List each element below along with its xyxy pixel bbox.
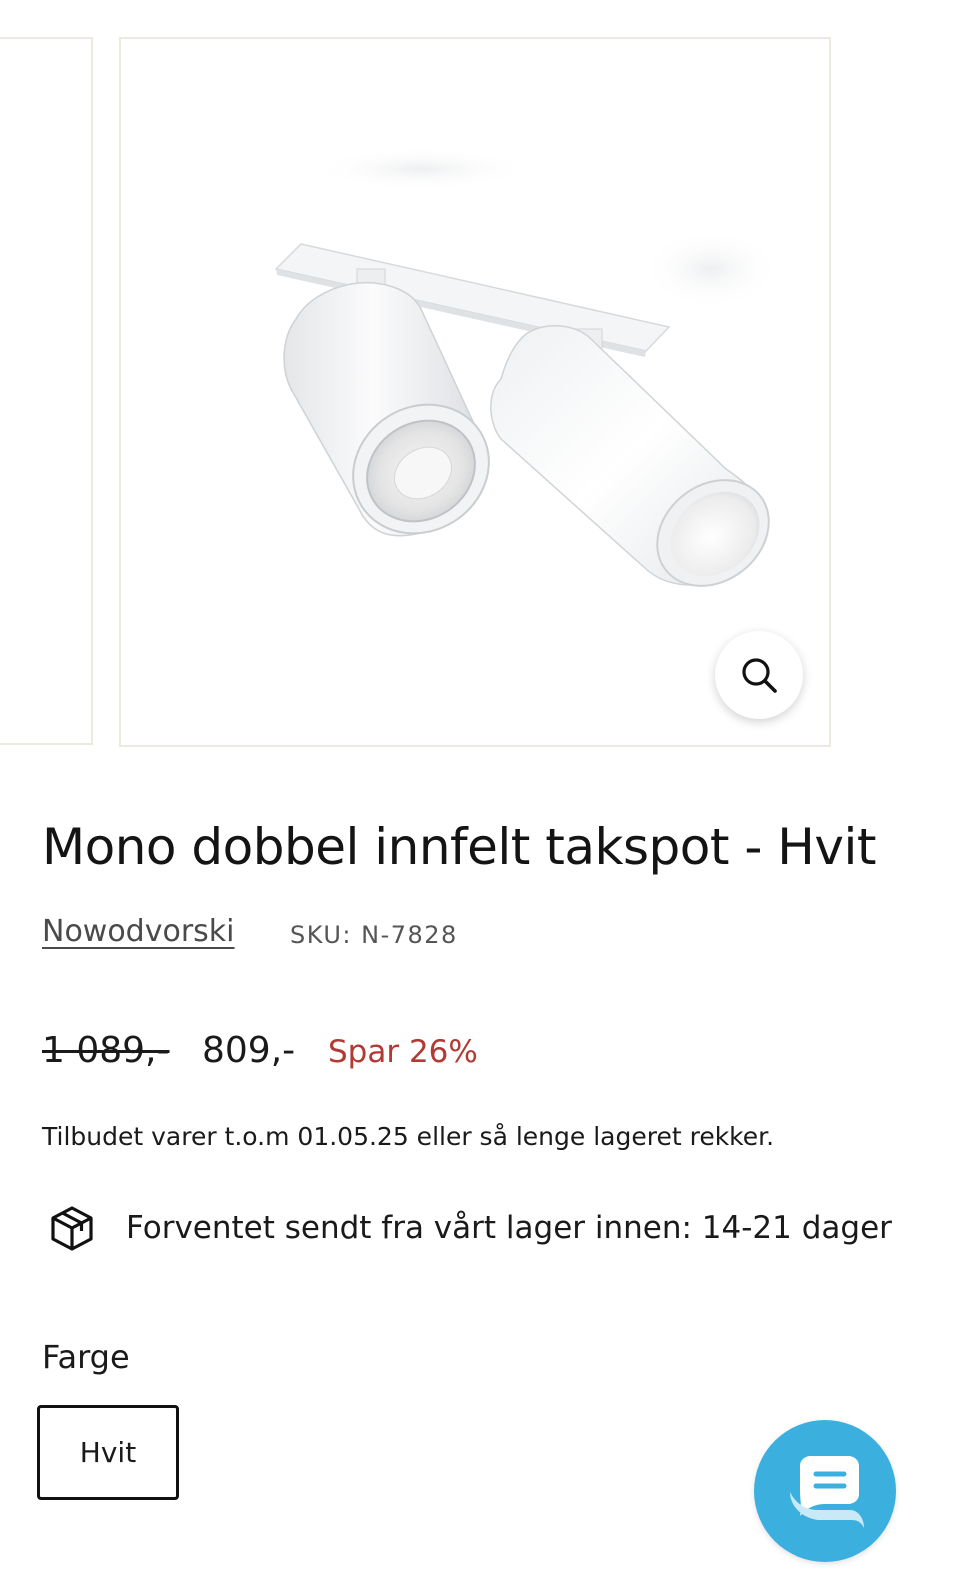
product-title: Mono dobbel innfelt takspot - Hvit — [42, 818, 876, 876]
chat-button[interactable] — [754, 1420, 896, 1562]
product-sku: SKU: N-7828 — [290, 921, 458, 949]
color-swatch-hvit[interactable]: Hvit — [37, 1405, 179, 1500]
shipping-info: Forventet sendt fra vårt lager innen: 14… — [44, 1200, 892, 1256]
chat-bubble-icon — [790, 1456, 864, 1528]
previous-image-card[interactable] — [0, 37, 93, 745]
color-option-label: Farge — [42, 1338, 130, 1376]
sale-price: 809,- — [202, 1030, 296, 1071]
shipping-text: Forventet sendt fra vårt lager innen: 14… — [126, 1210, 892, 1246]
product-gallery — [0, 0, 960, 760]
original-price: 1 089,- — [42, 1030, 170, 1071]
product-image — [274, 147, 781, 587]
zoom-button[interactable] — [715, 631, 803, 719]
discount-badge: Spar 26% — [328, 1034, 478, 1070]
brand-link[interactable]: Nowodvorski — [42, 914, 235, 949]
magnifier-icon — [742, 658, 777, 693]
main-image-card[interactable] — [119, 37, 831, 747]
package-box-icon — [51, 1206, 93, 1251]
offer-note: Tilbudet varer t.o.m 01.05.25 eller så l… — [42, 1122, 775, 1151]
